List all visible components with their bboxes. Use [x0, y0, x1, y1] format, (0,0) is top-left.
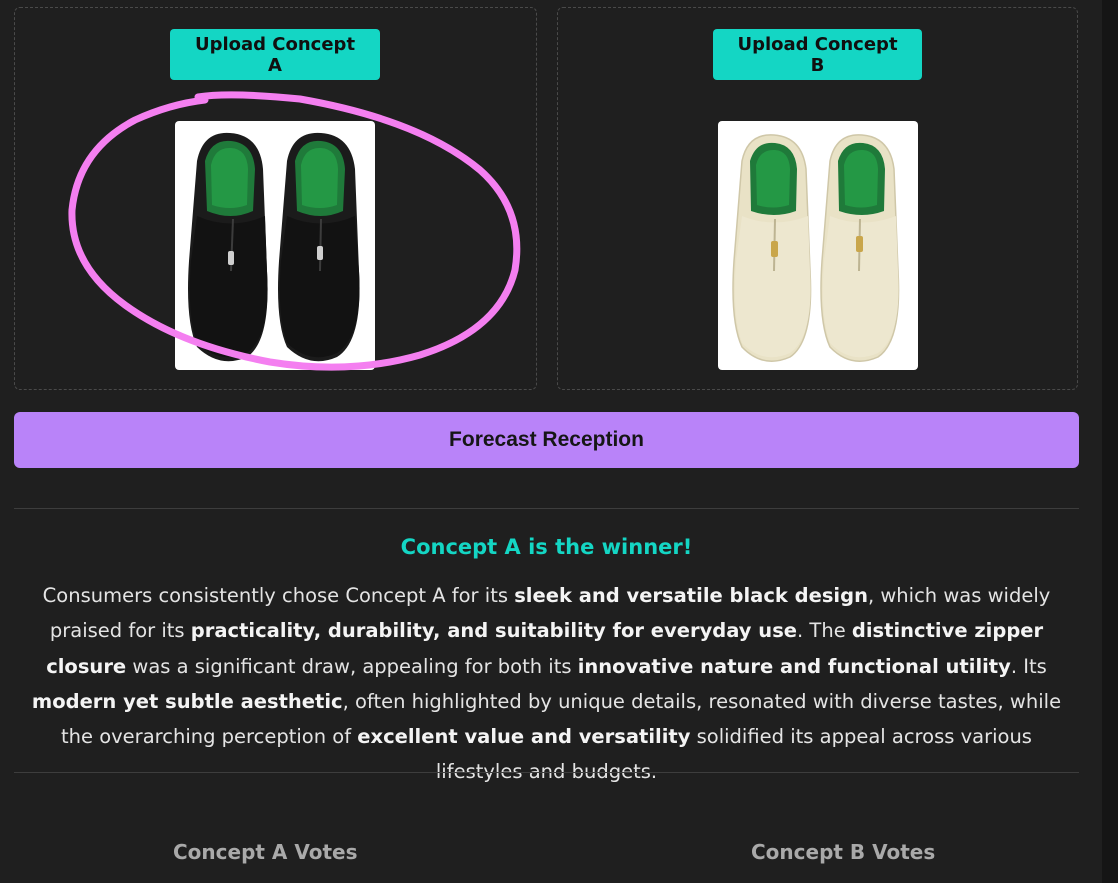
- summary-highlight: practicality, durability, and suitabilit…: [190, 619, 798, 643]
- summary-highlight: modern yet subtle aesthetic: [31, 689, 343, 713]
- concept-a-upload-panel: Upload Concept A: [14, 7, 537, 390]
- concept-b-votes-label: Concept B Votes: [751, 840, 936, 864]
- cream-shoes-illustration: [732, 134, 900, 362]
- divider-bottom: [14, 772, 1079, 773]
- concept-a-votes-label: Concept A Votes: [173, 840, 358, 864]
- upload-concept-a-button[interactable]: Upload Concept A: [170, 29, 380, 80]
- black-shoes-illustration: [188, 132, 360, 362]
- summary-highlight: sleek and versatile black design: [514, 584, 868, 607]
- summary-text: Consumers consistently chose Concept A f…: [42, 584, 515, 607]
- concept-b-upload-panel: Upload Concept B: [557, 7, 1078, 390]
- divider-top: [14, 508, 1079, 509]
- summary-highlight: innovative nature and functional utility: [577, 654, 1011, 678]
- summary-text: . Its: [1010, 654, 1047, 678]
- summary-text: was a significant draw, appealing for bo…: [126, 654, 578, 678]
- window-edge: [1102, 0, 1118, 883]
- forecast-reception-button[interactable]: Forecast Reception: [14, 412, 1079, 468]
- result-summary: Consumers consistently chose Concept A f…: [24, 578, 1069, 790]
- concept-a-image: [175, 121, 375, 370]
- summary-text: . The: [797, 619, 852, 643]
- concept-b-image: [718, 121, 918, 370]
- upload-concept-b-button[interactable]: Upload Concept B: [713, 29, 922, 80]
- winner-heading: Concept A is the winner!: [400, 535, 693, 559]
- summary-highlight: excellent value and versatility: [357, 725, 691, 749]
